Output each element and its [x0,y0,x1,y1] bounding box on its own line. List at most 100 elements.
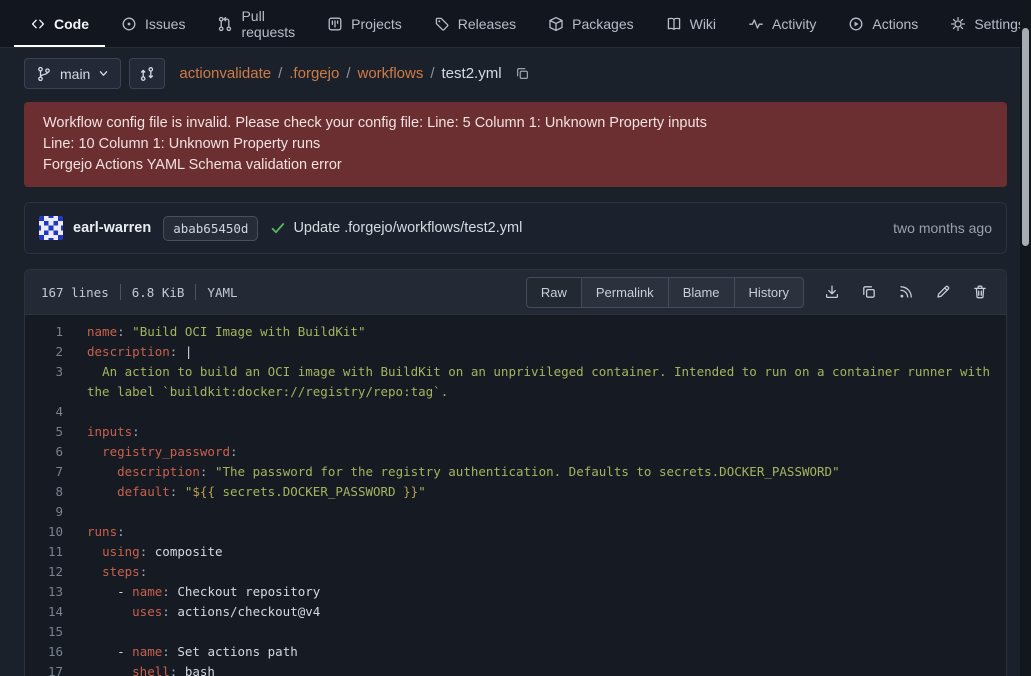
copy-path-icon[interactable] [515,66,530,81]
commit-sha-badge[interactable]: abab65450d [163,216,258,241]
line-content: runs: [63,522,1006,542]
commit-message[interactable]: Update .forgejo/workflows/test2.yml [293,220,522,236]
line-content: uses: actions/checkout@v4 [63,602,1006,622]
file-meta: 167 lines 6.8 KiB YAML [41,284,238,300]
line-number[interactable]: 13 [25,582,63,602]
line-content: name: "Build OCI Image with BuildKit" [63,322,1006,342]
nav-item-label: Pull requests [241,8,295,40]
code-line: 6 registry_password: [25,442,1006,462]
gear-icon [950,16,966,32]
breadcrumb--forgejo[interactable]: .forgejo [289,65,339,82]
nav-item-wiki[interactable]: Wiki [650,0,732,47]
page-scrollbar [1020,0,1031,676]
breadcrumb-actionvalidate[interactable]: actionvalidate [179,65,271,82]
nav-left: Code Issues Pull requests Projects Releases P… [14,0,934,47]
compare-button[interactable] [129,58,165,89]
line-number[interactable]: 6 [25,442,63,462]
nav-item-label: Actions [872,16,918,32]
play-circle-icon [848,16,864,32]
code-line: 3 An action to build an OCI image with B… [25,362,1006,402]
nav-item-issues[interactable]: Issues [105,0,201,47]
line-number[interactable]: 11 [25,542,63,562]
code-icon [30,16,46,32]
error-line: Workflow config file is invalid. Please … [43,113,988,134]
line-number[interactable]: 16 [25,642,63,662]
divider [120,284,121,300]
line-content: An action to build an OCI image with Bui… [63,362,1006,402]
blame-button[interactable]: Blame [669,277,735,308]
file-action-buttons: RawPermalinkBlameHistory [526,277,804,308]
nav-item-packages[interactable]: Packages [532,0,649,47]
code-view: 1name: "Build OCI Image with BuildKit"2d… [25,315,1006,676]
rss-icon[interactable] [898,284,914,300]
raw-button[interactable]: Raw [526,277,582,308]
book-icon [666,16,682,32]
permalink-button[interactable]: Permalink [582,277,669,308]
line-number[interactable]: 5 [25,422,63,442]
nav-item-label: Activity [772,16,816,32]
nav-item-activity[interactable]: Activity [732,0,832,47]
copy-icon[interactable] [861,284,877,300]
nav-item-pull-requests[interactable]: Pull requests [201,0,311,47]
nav-item-code[interactable]: Code [14,0,105,47]
nav-item-label: Packages [572,16,633,32]
line-number[interactable]: 12 [25,562,63,582]
chevron-down-icon [98,68,109,79]
path-toolbar: main actionvalidate/.forgejo/workflows/t… [24,58,1007,89]
file-header: 167 lines 6.8 KiB YAML RawPermalinkBlame… [25,270,1006,315]
avatar[interactable] [39,216,63,240]
nav-item-label: Wiki [690,16,716,32]
nav-item-projects[interactable]: Projects [311,0,418,47]
line-number[interactable]: 17 [25,662,63,676]
edit-icon[interactable] [935,284,951,300]
code-line: 15 [25,622,1006,642]
nav-item-releases[interactable]: Releases [418,0,532,47]
line-content: inputs: [63,422,1006,442]
branch-selector-button[interactable]: main [24,58,121,89]
line-number[interactable]: 8 [25,482,63,502]
breadcrumb-workflows[interactable]: workflows [357,65,423,82]
commit-author[interactable]: earl-warren [73,220,151,236]
line-content [63,622,1006,642]
nav-item-settings[interactable]: Settings [934,0,1029,47]
package-icon [548,16,564,32]
branch-name: main [60,66,90,82]
code-line: 2description: | [25,342,1006,362]
code-line: 11 using: composite [25,542,1006,562]
line-content: description: | [63,342,1006,362]
code-line: 5inputs: [25,422,1006,442]
line-number[interactable]: 14 [25,602,63,622]
nav-item-actions[interactable]: Actions [832,0,934,47]
breadcrumb-separator: / [278,65,282,82]
compare-icon [139,66,155,82]
code-line: 9 [25,502,1006,522]
line-content: description: "The password for the regis… [63,462,1006,482]
nav-item-label: Releases [458,16,516,32]
line-number[interactable]: 9 [25,502,63,522]
code-line: 16 - name: Set actions path [25,642,1006,662]
history-button[interactable]: History [735,277,804,308]
commit-time: two months ago [893,220,992,236]
trash-icon[interactable] [972,284,988,300]
line-number[interactable]: 7 [25,462,63,482]
line-number[interactable]: 1 [25,322,63,342]
file-size: 6.8 KiB [132,285,185,300]
commit-status-check-icon[interactable] [270,220,286,236]
line-content: steps: [63,562,1006,582]
line-number[interactable]: 2 [25,342,63,362]
divider [195,284,196,300]
workflow-error-banner: Workflow config file is invalid. Please … [24,102,1007,187]
line-number[interactable]: 15 [25,622,63,642]
code-line: 13 - name: Checkout repository [25,582,1006,602]
download-icon[interactable] [824,284,840,300]
code-line: 12 steps: [25,562,1006,582]
line-number[interactable]: 4 [25,402,63,422]
code-line: 4 [25,402,1006,422]
scrollbar-thumb[interactable] [1022,28,1029,246]
branch-icon [36,66,52,82]
nav-item-label: Issues [145,16,185,32]
nav-settings-label: Settings [974,16,1025,32]
line-number[interactable]: 10 [25,522,63,542]
projects-icon [327,16,343,32]
line-number[interactable]: 3 [25,362,63,402]
